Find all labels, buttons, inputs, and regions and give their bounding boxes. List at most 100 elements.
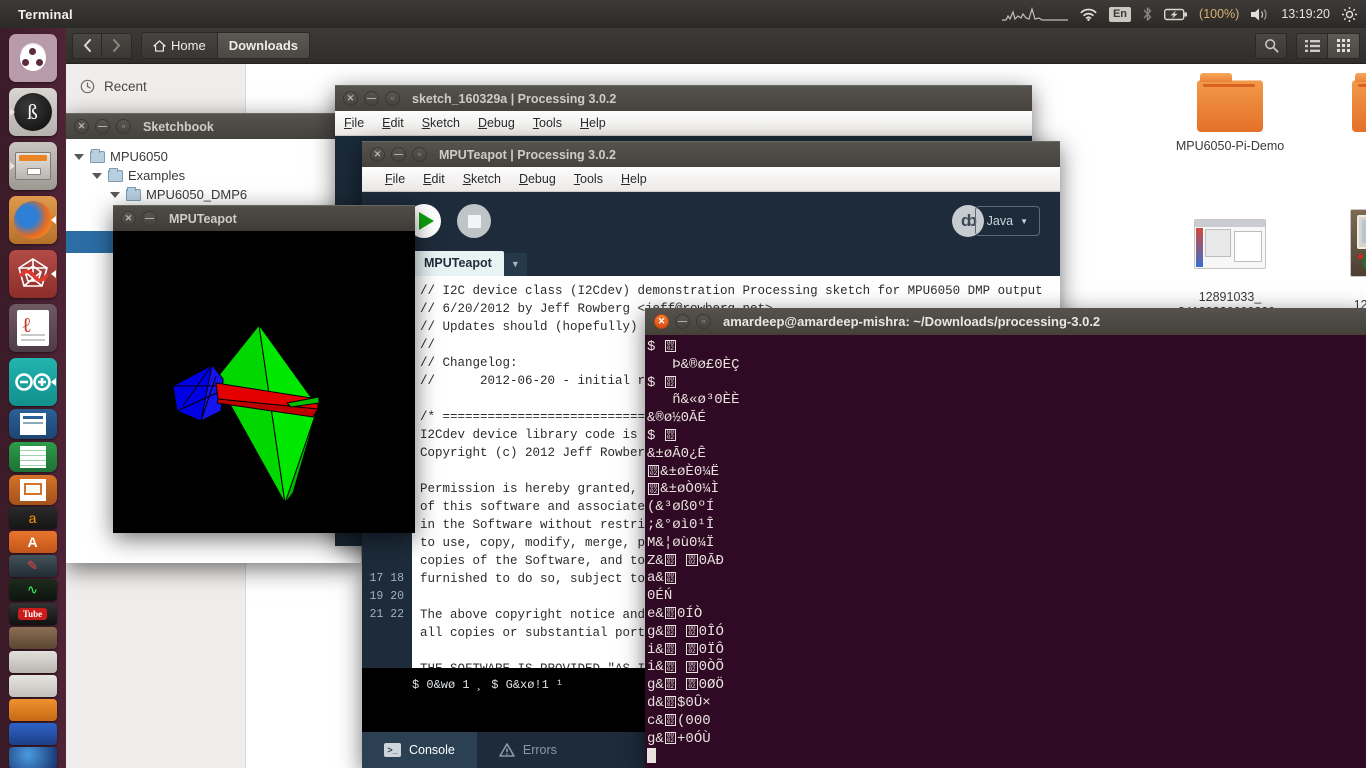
close-icon[interactable]: ✕ (343, 91, 358, 106)
clock[interactable]: 13:19:20 (1281, 7, 1330, 21)
menu-debug[interactable]: Debug (469, 111, 524, 136)
launcher-item-firefox[interactable] (8, 196, 57, 244)
sketch-display-window[interactable]: ✕ ― MPUTeapot (113, 205, 415, 533)
sketch-titlebar[interactable]: ✕ ― MPUTeapot (113, 205, 415, 231)
launcher-item-bluej[interactable]: ß (8, 88, 57, 136)
launcher-item-software-center[interactable]: A (8, 531, 57, 553)
menu-edit[interactable]: Edit (414, 167, 454, 192)
maximize-icon[interactable]: ▫ (412, 147, 427, 162)
stop-button[interactable] (457, 204, 491, 238)
minimize-icon[interactable]: ― (364, 91, 379, 106)
grid-view-button[interactable] (1328, 32, 1360, 59)
tab-errors[interactable]: Errors (477, 732, 579, 768)
processing-background-menubar[interactable]: File Edit Sketch Debug Tools Help (335, 111, 1032, 136)
processing-background-titlebar[interactable]: ✕ ― ▫ sketch_160329a | Processing 3.0.2 (335, 85, 1032, 111)
mode-selector[interactable]: Java ▼ (974, 206, 1040, 236)
menu-edit[interactable]: Edit (373, 111, 413, 136)
expander-icon[interactable] (74, 153, 84, 160)
launcher-item-books[interactable] (8, 627, 57, 649)
breadcrumb-downloads[interactable]: Downloads (217, 32, 311, 59)
launcher-item-processing[interactable] (8, 699, 57, 721)
tree-item-label: MPU6050_DMP6 (146, 187, 248, 202)
battery-icon[interactable] (1164, 8, 1188, 21)
launcher-item-scilab[interactable] (8, 250, 57, 298)
keyboard-layout-indicator[interactable]: En (1108, 6, 1132, 22)
menu-sketch[interactable]: Sketch (413, 111, 469, 136)
terminal-line: g& 00 02 00 02 0ÎÓ (647, 623, 724, 640)
launcher-item-evince[interactable]: ℓ (8, 304, 57, 352)
volume-icon[interactable] (1250, 7, 1270, 22)
close-icon[interactable]: ✕ (74, 119, 89, 134)
tab-console[interactable]: >_ Console (362, 732, 477, 768)
launcher-item-files[interactable] (8, 142, 57, 190)
back-button[interactable] (72, 32, 102, 59)
terminal-titlebar[interactable]: ✕ ― ▫ amardeep@amardeep-mishra: ~/Downlo… (645, 308, 1366, 335)
folder-icon (1352, 73, 1366, 132)
sidebar-item-recent[interactable]: Recent (66, 74, 245, 99)
launcher-item-app-17[interactable] (8, 675, 57, 697)
tab-menu-button[interactable]: ▼ (503, 253, 527, 276)
expander-icon[interactable] (110, 191, 120, 198)
activity-graph-icon[interactable] (1001, 7, 1068, 21)
launcher-item-arduino[interactable] (8, 358, 57, 406)
menu-tools[interactable]: Tools (565, 167, 612, 192)
close-icon[interactable]: ✕ (121, 211, 136, 226)
file-manager-toolbar-right (1255, 32, 1360, 59)
file-item-mpu6050-pi-demo[interactable]: MPU6050-Pi-Demo (1171, 73, 1289, 154)
close-icon[interactable]: ✕ (370, 147, 385, 162)
menu-file[interactable]: File (376, 167, 414, 192)
processing-titlebar[interactable]: ✕ ― ▫ MPUTeapot | Processing 3.0.2 (362, 141, 1060, 167)
terminal-window[interactable]: ✕ ― ▫ amardeep@amardeep-mishra: ~/Downlo… (645, 308, 1366, 768)
launcher-item-ubuntu-software[interactable]: ✎ (8, 555, 57, 577)
minimize-icon[interactable]: ― (391, 147, 406, 162)
unity-launcher[interactable]: ß ℓ a A ✎ ∿ Tube (0, 28, 66, 768)
tab-mputeapot[interactable]: MPUTeapot (412, 251, 504, 276)
minimize-icon[interactable]: ― (95, 119, 110, 134)
gear-icon[interactable] (1341, 6, 1358, 23)
breadcrumb-home[interactable]: Home (141, 32, 218, 59)
system-tray[interactable]: En (100%) 13:19:20 (1001, 6, 1366, 23)
minimize-icon[interactable]: ― (142, 211, 157, 226)
launcher-item-libreoffice-calc[interactable] (8, 442, 57, 472)
launcher-item-youtube[interactable]: Tube (8, 603, 57, 625)
launcher-item-graduation[interactable] (8, 723, 57, 745)
bluetooth-icon[interactable] (1142, 6, 1153, 22)
expander-icon[interactable] (92, 172, 102, 179)
maximize-icon[interactable]: ▫ (385, 91, 400, 106)
launcher-item-ubuntu-dash[interactable] (8, 34, 57, 82)
control-char-glyph: 00 02 (648, 464, 660, 477)
sketchbook-titlebar[interactable]: ✕ ― ▫ Sketchbook (66, 113, 361, 139)
search-button[interactable] (1255, 32, 1287, 59)
menu-help[interactable]: Help (571, 111, 615, 136)
menu-sketch[interactable]: Sketch (454, 167, 510, 192)
launcher-item-globe[interactable] (8, 747, 57, 768)
maximize-icon[interactable]: ▫ (696, 314, 711, 329)
menu-help[interactable]: Help (612, 167, 656, 192)
file-item-auto[interactable]: auto (1326, 73, 1366, 154)
tree-item-mpu6050[interactable]: MPU6050 (66, 147, 361, 166)
tree-item-examples[interactable]: Examples (66, 166, 361, 185)
menu-tools[interactable]: Tools (524, 111, 571, 136)
launcher-item-amazon[interactable]: a (8, 507, 57, 529)
forward-button[interactable] (102, 32, 132, 59)
processing-menubar[interactable]: File Edit Sketch Debug Tools Help (362, 167, 1060, 192)
launcher-item-system-monitor[interactable]: ∿ (8, 579, 57, 601)
sketch-tabs[interactable]: MPUTeapot ▼ (362, 248, 1060, 276)
launcher-item-libreoffice-writer[interactable] (8, 409, 57, 439)
terminal-output[interactable]: $ 00 02 Þ&®ø£0ÈÇ $ 00 02 ñ&«ø³0ÈÈ &®ø½0ĀÉ $… (645, 335, 1366, 768)
stop-icon (467, 214, 481, 228)
teapot-3d-canvas[interactable] (113, 231, 415, 533)
launcher-item-app-16[interactable] (8, 651, 57, 673)
maximize-icon[interactable]: ▫ (116, 119, 131, 134)
wifi-icon[interactable] (1079, 7, 1098, 22)
tree-item-mpu6050-dmp6[interactable]: MPU6050_DMP6 (66, 185, 361, 204)
minimize-icon[interactable]: ― (675, 314, 690, 329)
menu-debug[interactable]: Debug (510, 167, 565, 192)
list-view-button[interactable] (1296, 32, 1328, 59)
close-icon[interactable]: ✕ (654, 314, 669, 329)
menu-file[interactable]: File (335, 111, 373, 136)
tab-errors-label: Errors (522, 743, 557, 757)
launcher-item-libreoffice-impress[interactable] (8, 475, 57, 505)
top-panel[interactable]: Terminal En (100%) 13:19:20 (0, 0, 1366, 28)
terminal-title: amardeep@amardeep-mishra: ~/Downloads/pr… (723, 314, 1101, 329)
